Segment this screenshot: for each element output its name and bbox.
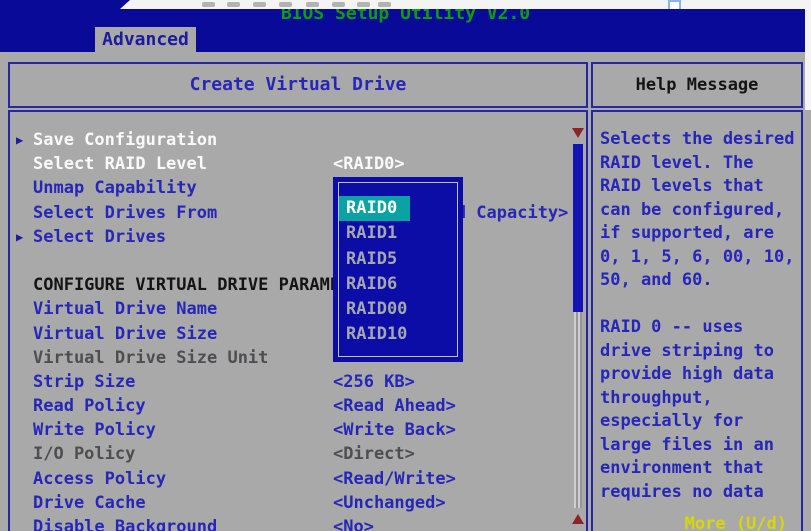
option-row[interactable]: Virtual Drive Size xyxy=(10,322,570,346)
option-value: <Write Back> xyxy=(333,418,456,442)
submenu-arrow-icon: ▶ xyxy=(16,128,23,152)
option-row[interactable]: ▶ Save Configuration xyxy=(10,128,570,152)
option-row[interactable]: Read Policy <Read Ahead> xyxy=(10,394,570,418)
help-line: 0, 1, 5, 6, 00, 10, xyxy=(600,246,799,270)
help-title: Help Message xyxy=(593,64,801,106)
scroll-down-icon[interactable] xyxy=(572,128,584,138)
help-line-spacer xyxy=(600,293,799,317)
option-row[interactable]: Unmap Capability xyxy=(10,176,570,200)
option-label: Save Configuration xyxy=(33,128,217,152)
help-line: if supported, are xyxy=(600,222,799,246)
option-label: Access Policy xyxy=(33,467,166,491)
option-row[interactable]: Access Policy <Read/Write> xyxy=(10,467,570,491)
page-title: Create Virtual Drive xyxy=(10,64,586,106)
help-line: RAID level. The xyxy=(600,152,799,176)
toolbar-icon[interactable] xyxy=(306,2,319,7)
help-line: Selects the desired xyxy=(600,128,799,152)
scrollbar-thumb[interactable] xyxy=(573,144,583,312)
option-row[interactable]: Virtual Drive Size Unit xyxy=(10,346,570,370)
left-panel-header: Create Virtual Drive xyxy=(8,62,588,108)
option-label: Virtual Drive Name xyxy=(33,297,217,321)
toolbar-icon[interactable] xyxy=(378,2,391,7)
help-line: 50, and 60. xyxy=(600,269,799,293)
help-line: provide high data xyxy=(600,363,799,387)
help-line: RAID levels that xyxy=(600,175,799,199)
option-label: Select Drives xyxy=(33,225,166,249)
option-value: <Read Ahead> xyxy=(333,394,456,418)
raid-option-label: RAID00 xyxy=(339,297,420,322)
option-label: Strip Size xyxy=(33,370,135,394)
toolbar-icon[interactable] xyxy=(357,2,370,7)
option-label: Select RAID Level xyxy=(33,152,207,176)
option-label: Virtual Drive Size Unit xyxy=(33,346,268,370)
help-line: environment that xyxy=(600,457,799,481)
toolbar-icon[interactable] xyxy=(279,2,292,7)
option-row[interactable]: CONFIGURE VIRTUAL DRIVE PARAMETERS: xyxy=(10,273,570,297)
vnc-window-edge xyxy=(805,0,811,110)
option-list: ▶ Save ConfigurationSelect RAID Level <RAI… xyxy=(10,128,570,531)
option-panel: ▶ Save ConfigurationSelect RAID Level <RAI… xyxy=(8,110,588,531)
bios-setup-screen: BIOS Setup Utility V2.0 Advanced Create … xyxy=(0,0,811,531)
option-value: <RAID0> xyxy=(333,152,405,176)
option-label: Virtual Drive Size xyxy=(33,322,217,346)
option-row[interactable]: ▶ Select Drives xyxy=(10,225,570,249)
scrollbar[interactable] xyxy=(572,128,584,531)
help-line: throughput, xyxy=(600,387,799,411)
option-label: Drive Cache xyxy=(33,491,146,515)
option-value: <Unchanged> xyxy=(333,491,446,515)
option-row[interactable]: Disable Background <No> xyxy=(10,515,570,531)
option-label: Read Policy xyxy=(33,394,146,418)
toolbar-icon[interactable] xyxy=(227,2,240,7)
tab-advanced[interactable]: Advanced xyxy=(95,27,196,52)
option-label: Unmap Capability xyxy=(33,176,197,200)
help-line: large files in an xyxy=(600,434,799,458)
raid-option-raid0[interactable]: RAID0 xyxy=(339,196,457,221)
raid-option-label: RAID6 xyxy=(339,272,410,297)
raid-option-label: RAID5 xyxy=(339,247,410,272)
option-value: <256 KB> xyxy=(333,370,415,394)
option-row[interactable]: Drive Cache <Unchanged> xyxy=(10,491,570,515)
option-row[interactable]: Virtual Drive Name xyxy=(10,297,570,321)
raid-level-dropdown: RAID0RAID1RAID5RAID6RAID00RAID10 xyxy=(333,177,463,362)
option-row[interactable]: Select Drives From<Unconfigured Capacity… xyxy=(10,201,570,225)
raid-option-raid6[interactable]: RAID6 xyxy=(339,272,457,297)
toolbar-icon[interactable] xyxy=(332,2,345,7)
option-label: Write Policy xyxy=(33,418,156,442)
raid-option-label: RAID10 xyxy=(339,322,420,347)
option-value: <Direct> xyxy=(333,442,415,466)
help-line: drive striping to xyxy=(600,340,799,364)
raid-dropdown-list: RAID0RAID1RAID5RAID6RAID00RAID10 xyxy=(339,196,457,348)
option-row[interactable]: Select RAID Level <RAID0> xyxy=(10,152,570,176)
toolbar-icon[interactable] xyxy=(202,2,215,7)
submenu-arrow-icon: ▶ xyxy=(16,225,23,249)
option-value: <No> xyxy=(333,515,374,531)
option-label: Select Drives From xyxy=(33,201,217,225)
help-line: requires no data xyxy=(600,481,799,505)
option-value: <Read/Write> xyxy=(333,467,456,491)
help-line: can be configured, xyxy=(600,199,799,223)
raid-option-raid5[interactable]: RAID5 xyxy=(339,247,457,272)
help-line: RAID 0 -- uses xyxy=(600,316,799,340)
option-row[interactable]: Write Policy <Write Back> xyxy=(10,418,570,442)
option-label: Disable Background xyxy=(33,515,217,531)
raid-option-raid00[interactable]: RAID00 xyxy=(339,297,457,322)
vnc-toolbar xyxy=(112,0,811,9)
help-panel: Selects the desiredRAID level. TheRAID l… xyxy=(591,110,803,531)
toolbar-icon[interactable] xyxy=(253,2,266,7)
help-panel-header: Help Message xyxy=(591,62,803,108)
scrollbar-track[interactable] xyxy=(574,312,582,508)
option-row[interactable]: Strip Size <256 KB> xyxy=(10,370,570,394)
option-row[interactable]: I/O Policy <Direct> xyxy=(10,442,570,466)
option-row-spacer xyxy=(10,249,570,273)
option-label: I/O Policy xyxy=(33,442,135,466)
help-more-label: More (U/d) xyxy=(685,514,787,531)
raid-option-label: RAID1 xyxy=(339,221,410,246)
help-line: especially for xyxy=(600,410,799,434)
scroll-up-icon[interactable] xyxy=(572,514,584,524)
raid-option-raid10[interactable]: RAID10 xyxy=(339,322,457,347)
help-text: Selects the desiredRAID level. TheRAID l… xyxy=(600,128,799,504)
raid-option-label: RAID0 xyxy=(339,196,410,221)
raid-option-raid1[interactable]: RAID1 xyxy=(339,221,457,246)
